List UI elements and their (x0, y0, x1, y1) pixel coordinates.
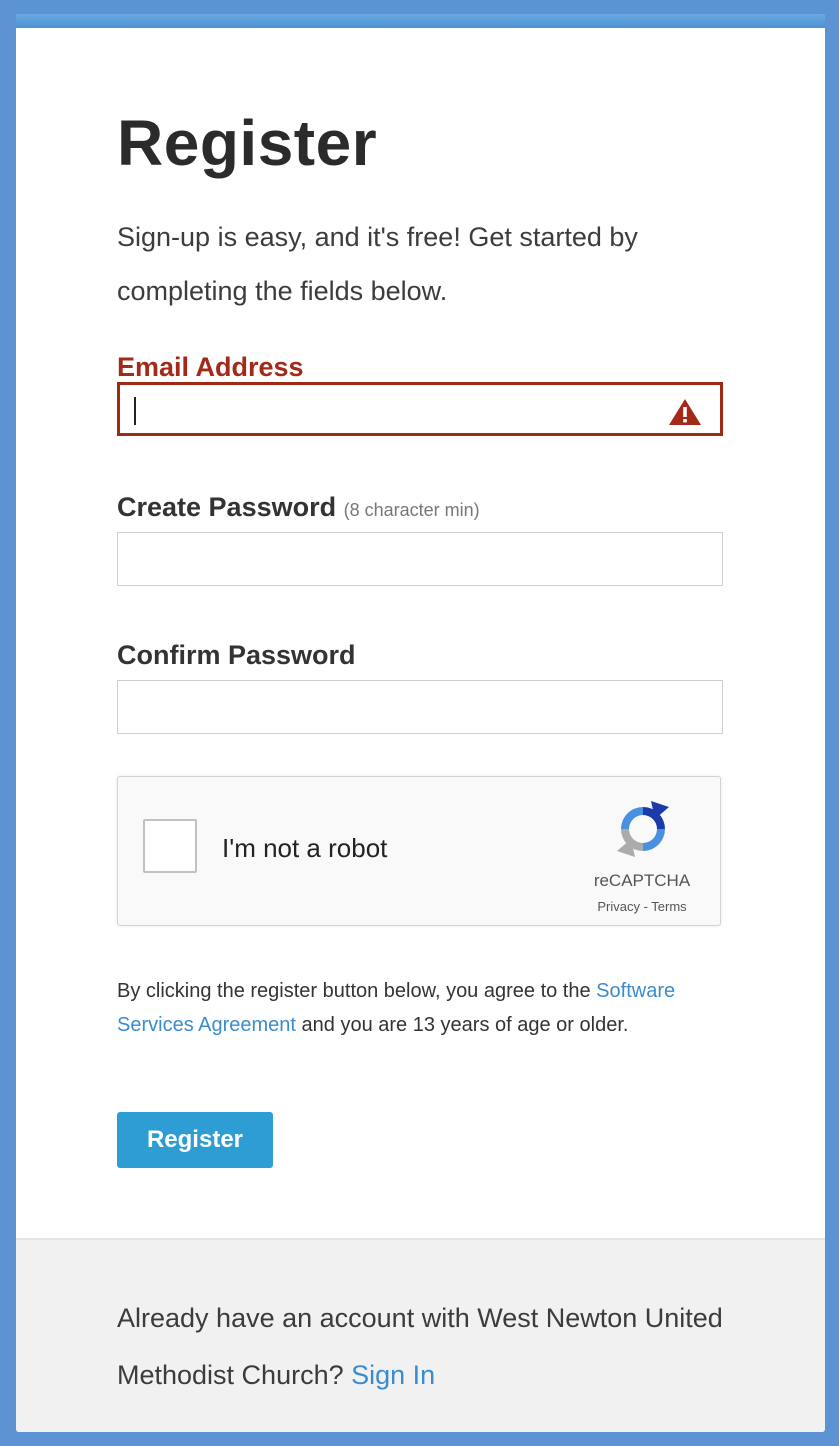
recaptcha-icon (617, 801, 669, 857)
page-title: Register (117, 107, 378, 179)
password-input[interactable] (118, 533, 722, 585)
top-accent-bar (16, 14, 825, 28)
warning-icon (669, 399, 701, 425)
text-caret (134, 397, 136, 425)
confirm-password-label: Confirm Password (117, 640, 356, 671)
email-field[interactable] (117, 382, 723, 436)
email-label: Email Address (117, 352, 304, 383)
terms-text-before: By clicking the register button below, y… (117, 980, 597, 1002)
password-field[interactable] (117, 532, 723, 586)
register-card: Register Sign-up is easy, and it's free!… (16, 14, 825, 1432)
intro-text: Sign-up is easy, and it's free! Get star… (117, 222, 638, 306)
footer-text: Already have an account with West Newton… (117, 1290, 737, 1404)
recaptcha-widget: I'm not a robot reCAPTCHA Privacy - Term… (117, 776, 721, 926)
sign-in-link[interactable]: Sign In (351, 1360, 435, 1390)
confirm-password-label-text: Confirm Password (117, 640, 356, 670)
recaptcha-label: I'm not a robot (222, 833, 388, 863)
confirm-password-input[interactable] (118, 681, 722, 733)
recaptcha-brand: reCAPTCHA (593, 871, 691, 890)
terms-text: By clicking the register button below, y… (117, 974, 717, 1042)
recaptcha-checkbox[interactable] (143, 819, 197, 873)
recaptcha-privacy-link[interactable]: Privacy (597, 899, 640, 914)
recaptcha-terms-link[interactable]: Terms (651, 899, 686, 914)
email-label-text: Email Address (117, 352, 304, 382)
password-label: Create Password (8 character min) (117, 492, 480, 523)
register-button[interactable]: Register (117, 1112, 273, 1168)
password-hint: (8 character min) (343, 500, 480, 520)
email-input[interactable] (120, 385, 720, 433)
recaptcha-link-separator: - (639, 899, 652, 914)
terms-text-after: and you are 13 years of age or older. (295, 1014, 629, 1036)
password-label-text: Create Password (117, 492, 337, 522)
recaptcha-links: Privacy - Terms (578, 899, 706, 914)
signin-footer: Already have an account with West Newton… (16, 1238, 825, 1432)
confirm-password-field[interactable] (117, 680, 723, 734)
